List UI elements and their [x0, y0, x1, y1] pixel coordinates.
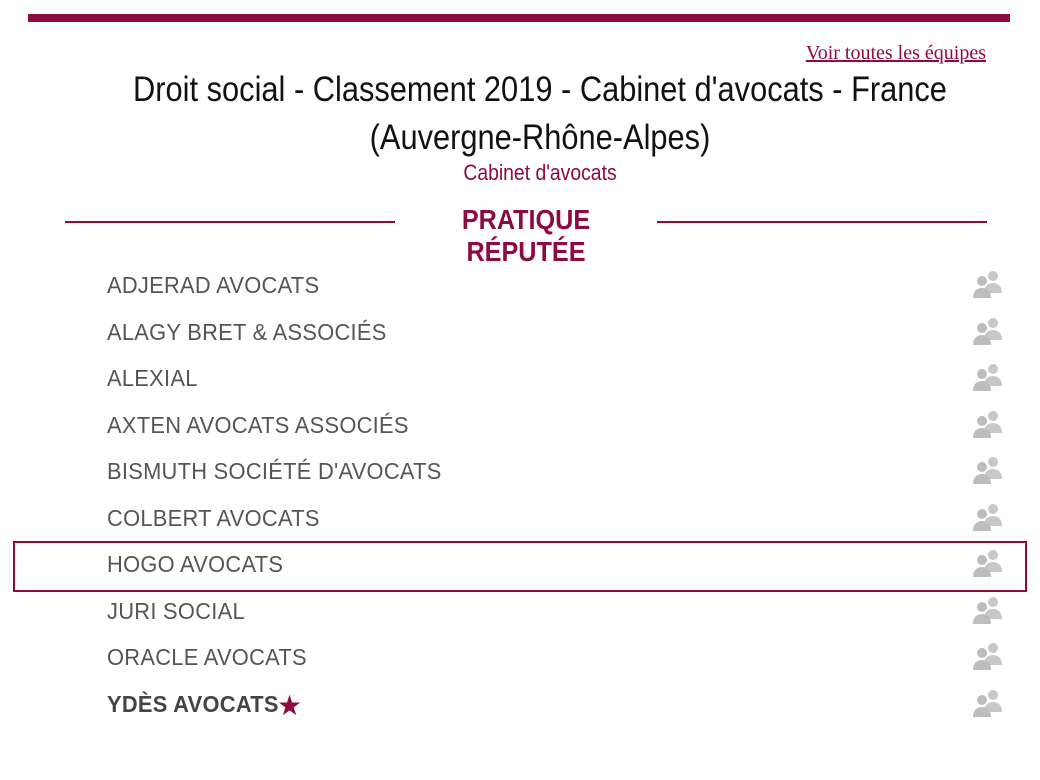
tier-divider-left [65, 221, 395, 223]
page-title: Droit social - Classement 2019 - Cabinet… [133, 70, 947, 157]
tier-divider-right [657, 221, 987, 223]
list-item[interactable]: AXTEN AVOCATS ASSOCIÉS [15, 404, 1025, 451]
tier-label: PRATIQUE RÉPUTÉE [461, 204, 591, 267]
team-icon[interactable] [973, 548, 1003, 578]
top-accent-bar [28, 14, 1010, 22]
team-icon[interactable] [973, 455, 1003, 485]
list-item[interactable]: ALEXIAL [15, 357, 1025, 404]
star-icon: ★ [277, 689, 303, 721]
list-item[interactable]: JURI SOCIAL [15, 590, 1025, 637]
list-item[interactable]: ORACLE AVOCATS [15, 636, 1025, 683]
firm-name[interactable]: ORACLE AVOCATS [107, 644, 307, 671]
list-item[interactable]: BISMUTH SOCIÉTÉ D'AVOCATS [15, 450, 1025, 497]
list-item[interactable]: YDÈS AVOCATS ★ [15, 683, 1025, 730]
team-icon[interactable] [973, 502, 1003, 532]
team-icon[interactable] [973, 595, 1003, 625]
list-item[interactable]: ALAGY BRET & ASSOCIÉS [15, 311, 1025, 358]
team-icon[interactable] [973, 641, 1003, 671]
firm-name[interactable]: YDÈS AVOCATS [107, 691, 279, 718]
team-icon[interactable] [973, 269, 1003, 299]
firm-name[interactable]: AXTEN AVOCATS ASSOCIÉS [107, 412, 409, 439]
firm-name[interactable]: ALAGY BRET & ASSOCIÉS [107, 319, 387, 346]
firm-name[interactable]: HOGO AVOCATS [107, 551, 283, 578]
tier-heading: PRATIQUE RÉPUTÉE [65, 204, 987, 267]
list-item[interactable]: ADJERAD AVOCATS [15, 264, 1025, 311]
firm-name[interactable]: ALEXIAL [107, 365, 198, 392]
team-icon[interactable] [973, 409, 1003, 439]
page-subtitle: Cabinet d'avocats [463, 160, 617, 185]
firm-name[interactable]: ADJERAD AVOCATS [107, 272, 319, 299]
list-item[interactable]: COLBERT AVOCATS [15, 497, 1025, 544]
list-item-highlighted[interactable]: HOGO AVOCATS [13, 541, 1027, 592]
firm-list: ADJERAD AVOCATS ALAGY BRET & ASSOCIÉS AL… [13, 264, 1027, 730]
team-icon[interactable] [973, 362, 1003, 392]
firm-name[interactable]: JURI SOCIAL [107, 598, 245, 625]
team-icon[interactable] [973, 316, 1003, 346]
team-icon[interactable] [973, 688, 1003, 718]
firm-name[interactable]: COLBERT AVOCATS [107, 505, 320, 532]
see-all-teams-link[interactable]: Voir toutes les équipes [806, 42, 986, 65]
firm-name[interactable]: BISMUTH SOCIÉTÉ D'AVOCATS [107, 458, 442, 485]
